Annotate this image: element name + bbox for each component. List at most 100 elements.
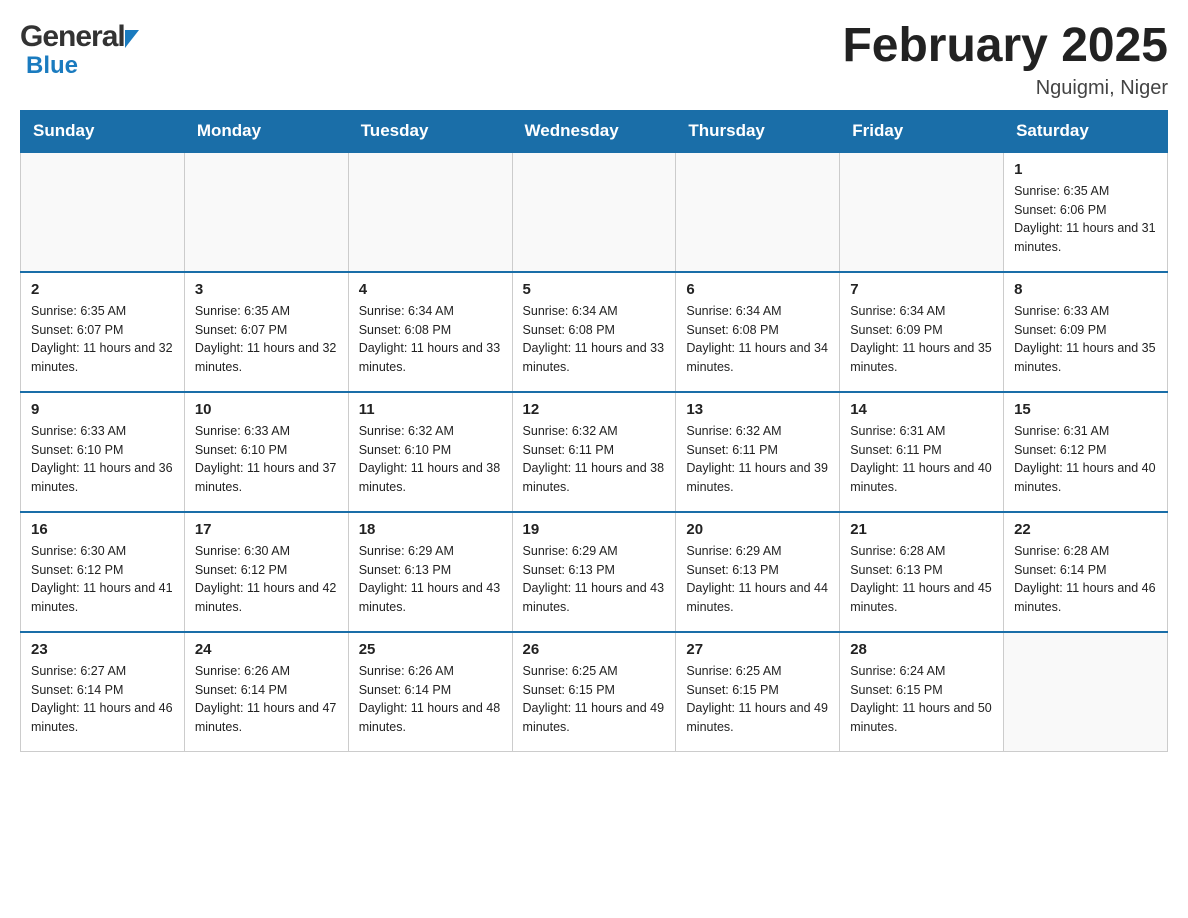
day-info: Sunrise: 6:26 AMSunset: 6:14 PMDaylight:… [359,662,502,737]
logo: General Blue [20,20,139,80]
day-info: Sunrise: 6:29 AMSunset: 6:13 PMDaylight:… [523,542,666,617]
calendar-day-cell: 5 Sunrise: 6:34 AMSunset: 6:08 PMDaylight… [512,272,676,392]
calendar-day-cell [512,152,676,272]
calendar-day-cell: 19 Sunrise: 6:29 AMSunset: 6:13 PMDayligh… [512,512,676,632]
calendar-day-cell [1004,632,1168,752]
calendar-day-header: Wednesday [512,110,676,152]
title-area: February 2025 Nguigmi, Niger [842,20,1168,100]
day-number: 2 [31,281,174,298]
day-info: Sunrise: 6:28 AMSunset: 6:14 PMDaylight:… [1014,542,1157,617]
day-number: 15 [1014,401,1157,418]
calendar-day-cell: 7 Sunrise: 6:34 AMSunset: 6:09 PMDaylight… [840,272,1004,392]
day-number: 18 [359,521,502,538]
day-info: Sunrise: 6:26 AMSunset: 6:14 PMDaylight:… [195,662,338,737]
day-info: Sunrise: 6:32 AMSunset: 6:10 PMDaylight:… [359,422,502,497]
calendar-day-header: Friday [840,110,1004,152]
day-info: Sunrise: 6:35 AMSunset: 6:07 PMDaylight:… [195,302,338,377]
calendar-week-row: 9Sunrise: 6:33 AMSunset: 6:10 PMDaylight… [21,392,1168,512]
day-info: Sunrise: 6:33 AMSunset: 6:10 PMDaylight:… [31,422,174,497]
day-info: Sunrise: 6:34 AMSunset: 6:08 PMDaylight:… [523,302,666,377]
day-number: 25 [359,641,502,658]
day-info: Sunrise: 6:25 AMSunset: 6:15 PMDaylight:… [686,662,829,737]
calendar-day-cell: 12 Sunrise: 6:32 AMSunset: 6:11 PMDayligh… [512,392,676,512]
calendar-day-cell: 10 Sunrise: 6:33 AMSunset: 6:10 PMDayligh… [184,392,348,512]
calendar-day-cell: 3 Sunrise: 6:35 AMSunset: 6:07 PMDaylight… [184,272,348,392]
day-info: Sunrise: 6:32 AMSunset: 6:11 PMDaylight:… [523,422,666,497]
calendar-week-row: 2 Sunrise: 6:35 AMSunset: 6:07 PMDaylight… [21,272,1168,392]
calendar-day-cell [21,152,185,272]
calendar-day-cell [184,152,348,272]
day-number: 17 [195,521,338,538]
calendar-day-cell: 1 Sunrise: 6:35 AMSunset: 6:06 PMDaylight… [1004,152,1168,272]
calendar-day-cell [676,152,840,272]
calendar-day-header: Monday [184,110,348,152]
calendar-day-cell: 8 Sunrise: 6:33 AMSunset: 6:09 PMDaylight… [1004,272,1168,392]
calendar-table: SundayMondayTuesdayWednesdayThursdayFrid… [20,110,1168,753]
day-number: 1 [1014,161,1157,178]
calendar-day-header: Saturday [1004,110,1168,152]
day-number: 13 [686,401,829,418]
day-info: Sunrise: 6:31 AMSunset: 6:11 PMDaylight:… [850,422,993,497]
day-number: 21 [850,521,993,538]
calendar-day-cell: 20 Sunrise: 6:29 AMSunset: 6:13 PMDayligh… [676,512,840,632]
calendar-day-cell: 11 Sunrise: 6:32 AMSunset: 6:10 PMDayligh… [348,392,512,512]
day-info: Sunrise: 6:33 AMSunset: 6:09 PMDaylight:… [1014,302,1157,377]
day-number: 12 [523,401,666,418]
day-info: Sunrise: 6:34 AMSunset: 6:09 PMDaylight:… [850,302,993,377]
day-number: 10 [195,401,338,418]
calendar-day-cell: 27Sunrise: 6:25 AMSunset: 6:15 PMDayligh… [676,632,840,752]
day-number: 11 [359,401,502,418]
day-number: 14 [850,401,993,418]
calendar-day-cell: 23Sunrise: 6:27 AMSunset: 6:14 PMDayligh… [21,632,185,752]
day-number: 8 [1014,281,1157,298]
calendar-day-cell: 21 Sunrise: 6:28 AMSunset: 6:13 PMDayligh… [840,512,1004,632]
logo-general-text: General [20,20,125,54]
day-number: 7 [850,281,993,298]
day-info: Sunrise: 6:30 AMSunset: 6:12 PMDaylight:… [195,542,338,617]
calendar-day-header: Tuesday [348,110,512,152]
calendar-day-cell: 25 Sunrise: 6:26 AMSunset: 6:14 PMDayligh… [348,632,512,752]
day-info: Sunrise: 6:29 AMSunset: 6:13 PMDaylight:… [359,542,502,617]
day-number: 16 [31,521,174,538]
day-number: 3 [195,281,338,298]
day-info: Sunrise: 6:31 AMSunset: 6:12 PMDaylight:… [1014,422,1157,497]
calendar-day-cell: 13 Sunrise: 6:32 AMSunset: 6:11 PMDayligh… [676,392,840,512]
day-number: 24 [195,641,338,658]
day-number: 22 [1014,521,1157,538]
calendar-day-header: Sunday [21,110,185,152]
calendar-week-row: 23Sunrise: 6:27 AMSunset: 6:14 PMDayligh… [21,632,1168,752]
day-info: Sunrise: 6:34 AMSunset: 6:08 PMDaylight:… [359,302,502,377]
day-info: Sunrise: 6:32 AMSunset: 6:11 PMDaylight:… [686,422,829,497]
day-info: Sunrise: 6:35 AMSunset: 6:06 PMDaylight:… [1014,182,1157,257]
logo-blue-text: Blue [20,52,78,80]
calendar-day-header: Thursday [676,110,840,152]
calendar-day-cell: 9Sunrise: 6:33 AMSunset: 6:10 PMDaylight… [21,392,185,512]
calendar-day-cell: 22 Sunrise: 6:28 AMSunset: 6:14 PMDayligh… [1004,512,1168,632]
calendar-day-cell: 24 Sunrise: 6:26 AMSunset: 6:14 PMDayligh… [184,632,348,752]
day-info: Sunrise: 6:29 AMSunset: 6:13 PMDaylight:… [686,542,829,617]
calendar-day-cell: 26Sunrise: 6:25 AMSunset: 6:15 PMDayligh… [512,632,676,752]
day-number: 5 [523,281,666,298]
calendar-day-cell: 28Sunrise: 6:24 AMSunset: 6:15 PMDayligh… [840,632,1004,752]
day-info: Sunrise: 6:27 AMSunset: 6:14 PMDaylight:… [31,662,174,737]
day-number: 20 [686,521,829,538]
day-info: Sunrise: 6:25 AMSunset: 6:15 PMDaylight:… [523,662,666,737]
day-number: 19 [523,521,666,538]
day-info: Sunrise: 6:33 AMSunset: 6:10 PMDaylight:… [195,422,338,497]
day-info: Sunrise: 6:24 AMSunset: 6:15 PMDaylight:… [850,662,993,737]
calendar-day-cell: 4Sunrise: 6:34 AMSunset: 6:08 PMDaylight… [348,272,512,392]
location: Nguigmi, Niger [842,77,1168,100]
day-number: 6 [686,281,829,298]
logo-arrow-icon [125,30,139,48]
page-header: General Blue February 2025 Nguigmi, Nige… [20,20,1168,100]
calendar-day-cell: 6 Sunrise: 6:34 AMSunset: 6:08 PMDaylight… [676,272,840,392]
calendar-day-cell [840,152,1004,272]
calendar-week-row: 1 Sunrise: 6:35 AMSunset: 6:06 PMDaylight… [21,152,1168,272]
calendar-day-cell: 16 Sunrise: 6:30 AMSunset: 6:12 PMDayligh… [21,512,185,632]
day-info: Sunrise: 6:28 AMSunset: 6:13 PMDaylight:… [850,542,993,617]
calendar-day-cell [348,152,512,272]
day-info: Sunrise: 6:30 AMSunset: 6:12 PMDaylight:… [31,542,174,617]
day-info: Sunrise: 6:35 AMSunset: 6:07 PMDaylight:… [31,302,174,377]
day-info: Sunrise: 6:34 AMSunset: 6:08 PMDaylight:… [686,302,829,377]
calendar-day-cell: 15 Sunrise: 6:31 AMSunset: 6:12 PMDayligh… [1004,392,1168,512]
